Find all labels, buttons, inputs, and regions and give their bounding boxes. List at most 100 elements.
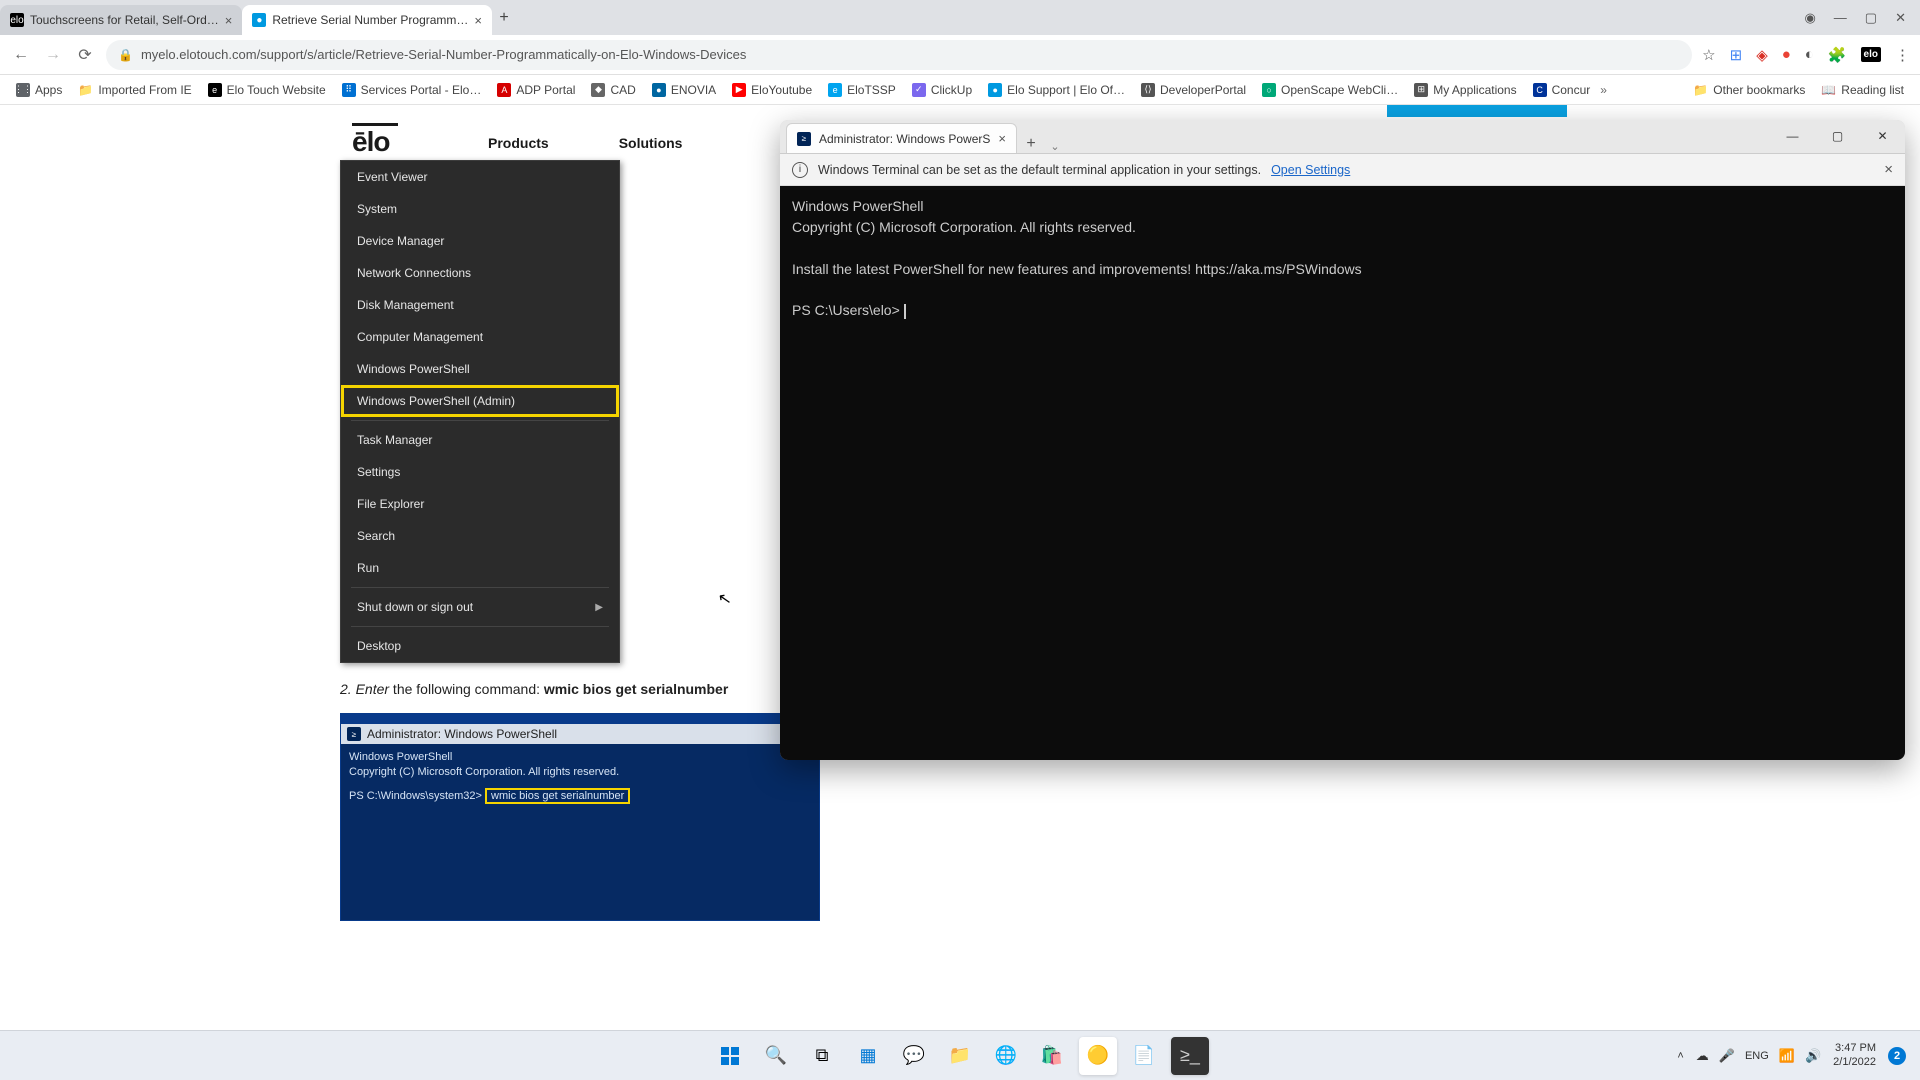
bookmark-myapps[interactable]: ⊞My Applications [1408, 80, 1522, 100]
taskbar-terminal[interactable]: ≥_ [1171, 1037, 1209, 1075]
tab-close-1[interactable]: × [225, 13, 233, 28]
powershell-icon: ≥ [347, 727, 361, 741]
terminal-close[interactable]: ✕ [1860, 120, 1905, 153]
terminal-tab-bar: ≥ Administrator: Windows PowerS × + ⌄ — … [780, 120, 1905, 154]
terminal-new-tab[interactable]: + [1017, 135, 1045, 153]
chrome-menu-icon[interactable]: ⋮ [1895, 46, 1910, 64]
winx-system: System [341, 193, 619, 225]
mouse-cursor: ↖ [716, 588, 733, 610]
terminal-maximize[interactable]: ▢ [1815, 120, 1860, 153]
bookmark-elotssp[interactable]: eEloTSSP [822, 80, 902, 100]
taskbar-widgets[interactable]: ▦ [849, 1037, 887, 1075]
chrome-minimize[interactable]: — [1834, 10, 1847, 25]
taskbar-task-view[interactable]: ⧉ [803, 1037, 841, 1075]
bookmark-eloyoutube[interactable]: ▶EloYoutube [726, 80, 818, 100]
chrome-maximize[interactable]: ▢ [1865, 10, 1877, 26]
browser-tab-2[interactable]: ● Retrieve Serial Number Programm… × [242, 5, 492, 35]
nav-solutions[interactable]: Solutions [619, 135, 683, 151]
tray-language-icon[interactable]: ENG [1745, 1050, 1769, 1062]
tab-title-1: Touchscreens for Retail, Self-Ord… [30, 13, 219, 27]
bookmark-clickup[interactable]: ✓ClickUp [906, 80, 978, 100]
chrome-profile-icon[interactable]: ◉ [1804, 10, 1815, 26]
taskbar-store[interactable]: 🛍️ [1033, 1037, 1071, 1075]
winx-powershell-admin: Windows PowerShell (Admin) [341, 385, 619, 417]
star-icon[interactable]: ☆ [1702, 46, 1715, 64]
ext-3-icon[interactable]: ● [1782, 46, 1791, 63]
winx-device-manager: Device Manager [341, 225, 619, 257]
tab-close-2[interactable]: × [474, 13, 482, 28]
winx-shutdown: Shut down or sign out▶ [341, 591, 619, 623]
reload-button[interactable]: ⟳ [74, 45, 96, 65]
taskbar-search[interactable]: 🔍 [757, 1037, 795, 1075]
taskbar-chat[interactable]: 💬 [895, 1037, 933, 1075]
powershell-tab-icon: ≥ [797, 132, 811, 146]
info-icon: i [792, 162, 808, 178]
windows-taskbar[interactable]: 🔍 ⧉ ▦ 💬 📁 🌐 🛍️ 🟡 📄 ≥_ ˄ ☁ 🎤 ENG 📶 🔊 3:47… [0, 1030, 1920, 1080]
winx-desktop: Desktop [341, 630, 619, 662]
bookmark-cad[interactable]: ◆CAD [585, 80, 641, 100]
winx-disk-management: Disk Management [341, 289, 619, 321]
terminal-open-settings-link[interactable]: Open Settings [1271, 163, 1350, 177]
taskbar-notifications[interactable]: 2 [1888, 1047, 1906, 1065]
windows-terminal-window[interactable]: ≥ Administrator: Windows PowerS × + ⌄ — … [780, 120, 1905, 760]
url-text: myelo.elotouch.com/support/s/article/Ret… [141, 47, 746, 62]
bookmark-imported[interactable]: 📁Imported From IE [72, 80, 197, 100]
bookmark-concur[interactable]: CConcur [1527, 80, 1597, 100]
bookmark-overflow[interactable]: » [1600, 83, 1607, 97]
chrome-close[interactable]: ✕ [1895, 10, 1906, 26]
terminal-body[interactable]: Windows PowerShell Copyright (C) Microso… [780, 186, 1905, 760]
tray-wifi-icon[interactable]: 📶 [1779, 1048, 1795, 1064]
taskbar-overflow-icon[interactable]: ˄ [1677, 1050, 1683, 1062]
taskbar-chrome[interactable]: 🟡 [1079, 1037, 1117, 1075]
terminal-tab-title: Administrator: Windows PowerS [819, 132, 990, 146]
winx-computer-management: Computer Management [341, 321, 619, 353]
winx-file-explorer: File Explorer [341, 488, 619, 520]
bookmarks-bar: ⋮⋮Apps 📁Imported From IE eElo Touch Webs… [0, 75, 1920, 105]
terminal-tab-close[interactable]: × [998, 131, 1006, 146]
winx-task-manager: Task Manager [341, 424, 619, 456]
other-bookmarks[interactable]: 📁Other bookmarks [1687, 80, 1811, 100]
winx-event-viewer: Event Viewer [341, 161, 619, 193]
extensions-icon[interactable]: 🧩 [1828, 46, 1847, 64]
terminal-tab[interactable]: ≥ Administrator: Windows PowerS × [786, 123, 1017, 153]
forward-button[interactable]: → [42, 46, 64, 64]
bookmark-apps[interactable]: ⋮⋮Apps [10, 80, 68, 100]
taskbar-file-explorer[interactable]: 📁 [941, 1037, 979, 1075]
bookmark-adp[interactable]: AADP Portal [491, 80, 581, 100]
bookmark-services-portal[interactable]: ⠿Services Portal - Elo… [336, 80, 488, 100]
bookmark-enovia[interactable]: ●ENOVIA [646, 80, 722, 100]
winx-network-connections: Network Connections [341, 257, 619, 289]
bookmark-devportal[interactable]: ⟨⟩DeveloperPortal [1135, 80, 1252, 100]
terminal-minimize[interactable]: — [1770, 120, 1815, 153]
ext-4-icon[interactable]: ◐ [1805, 46, 1814, 63]
new-tab-button[interactable]: + [492, 9, 516, 27]
chevron-right-icon: ▶ [595, 602, 603, 613]
browser-tab-1[interactable]: elo Touchscreens for Retail, Self-Ord… × [0, 5, 242, 35]
tray-onedrive-icon[interactable]: ☁ [1696, 1048, 1709, 1064]
terminal-info-close[interactable]: × [1884, 161, 1893, 178]
tab-favicon-1: elo [10, 13, 24, 27]
lock-icon: 🔒 [118, 48, 133, 62]
reading-list[interactable]: 📖Reading list [1815, 80, 1910, 100]
bookmark-elotouch[interactable]: eElo Touch Website [202, 80, 332, 100]
terminal-info-text: Windows Terminal can be set as the defau… [818, 163, 1261, 177]
back-button[interactable]: ← [10, 46, 32, 64]
ext-1-icon[interactable]: ⊞ [1730, 46, 1743, 64]
elo-logo[interactable]: ēlo [352, 123, 398, 162]
taskbar-edge[interactable]: 🌐 [987, 1037, 1025, 1075]
start-button[interactable] [711, 1037, 749, 1075]
taskbar-notepad[interactable]: 📄 [1125, 1037, 1163, 1075]
winx-settings: Settings [341, 456, 619, 488]
taskbar-clock[interactable]: 3:47 PM 2/1/2022 [1833, 1042, 1876, 1068]
bookmark-elosupport[interactable]: ●Elo Support | Elo Of… [982, 80, 1131, 100]
elo-ext-icon[interactable]: elo [1861, 47, 1881, 62]
address-bar[interactable]: 🔒 myelo.elotouch.com/support/s/article/R… [106, 40, 1692, 70]
bookmark-openscape[interactable]: ○OpenScape WebCli… [1256, 80, 1404, 100]
site-header: ēlo Products Solutions [352, 123, 682, 162]
tray-volume-icon[interactable]: 🔊 [1805, 1048, 1821, 1064]
nav-products[interactable]: Products [488, 135, 549, 151]
ext-2-icon[interactable]: ◈ [1756, 46, 1768, 64]
tray-mic-icon[interactable]: 🎤 [1719, 1048, 1735, 1064]
winx-run: Run [341, 552, 619, 584]
terminal-tab-dropdown[interactable]: ⌄ [1045, 140, 1065, 153]
